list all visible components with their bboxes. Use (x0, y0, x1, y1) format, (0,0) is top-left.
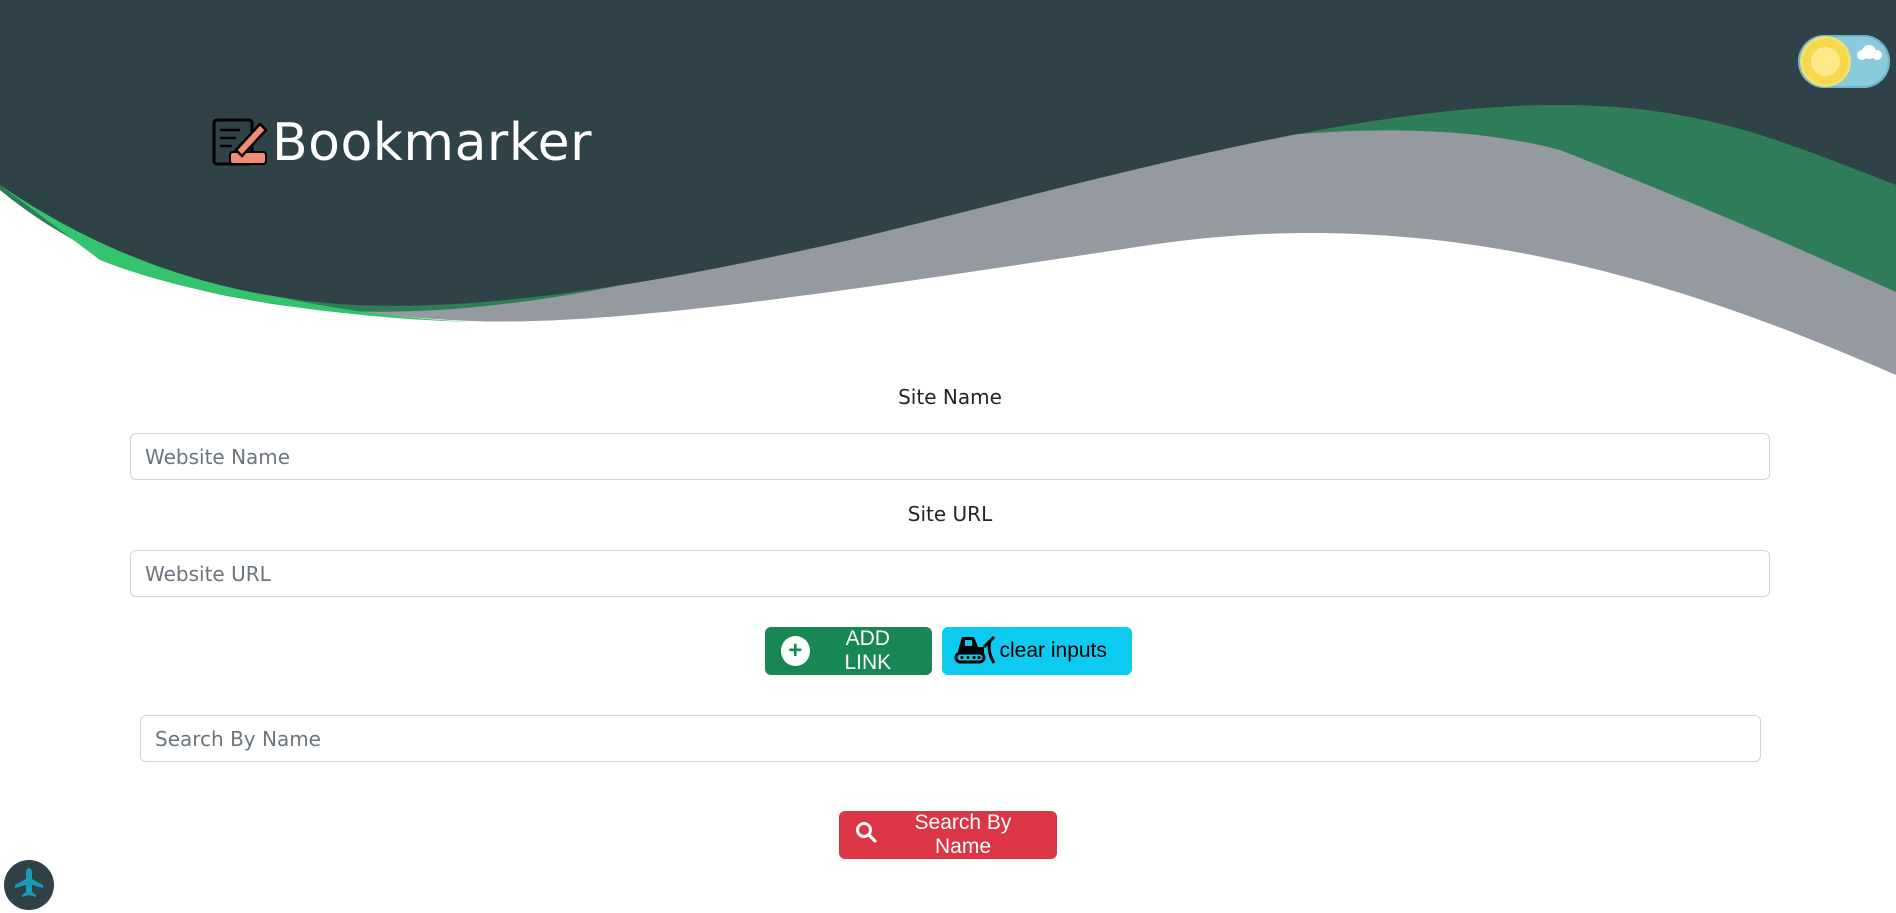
add-link-label: ADD LINK (844, 627, 892, 674)
search-actions: Search By Name (0, 811, 1896, 859)
floating-action-button[interactable] (4, 860, 54, 910)
brand: Bookmarker (210, 112, 592, 174)
site-url-label: Site URL (907, 502, 993, 526)
site-url-input[interactable]: Website URL (130, 550, 1770, 597)
form-actions: + ADD LINK clear inputs (0, 627, 1896, 675)
clear-inputs-label: clear inputs (999, 639, 1107, 662)
bookmark-edit-icon (210, 112, 268, 174)
sun-icon (1803, 39, 1848, 84)
plane-icon (12, 866, 46, 904)
add-link-button[interactable]: + ADD LINK (764, 627, 932, 675)
site-name-input[interactable]: Website Name (130, 433, 1770, 480)
theme-toggle[interactable] (1798, 35, 1890, 88)
cloud-icon (1854, 44, 1884, 66)
search-icon (855, 821, 877, 849)
app-title: Bookmarker (272, 113, 592, 173)
header-wave-background (0, 0, 1896, 400)
search-button-label: Search By Name (914, 811, 1012, 858)
plus-circle-icon: + (780, 636, 811, 666)
bulldozer-icon (954, 631, 996, 671)
clear-inputs-button[interactable]: clear inputs (941, 627, 1132, 675)
search-button[interactable]: Search By Name (839, 811, 1057, 859)
site-name-label: Site Name (898, 385, 1002, 409)
search-input[interactable]: Search By Name (140, 715, 1761, 762)
